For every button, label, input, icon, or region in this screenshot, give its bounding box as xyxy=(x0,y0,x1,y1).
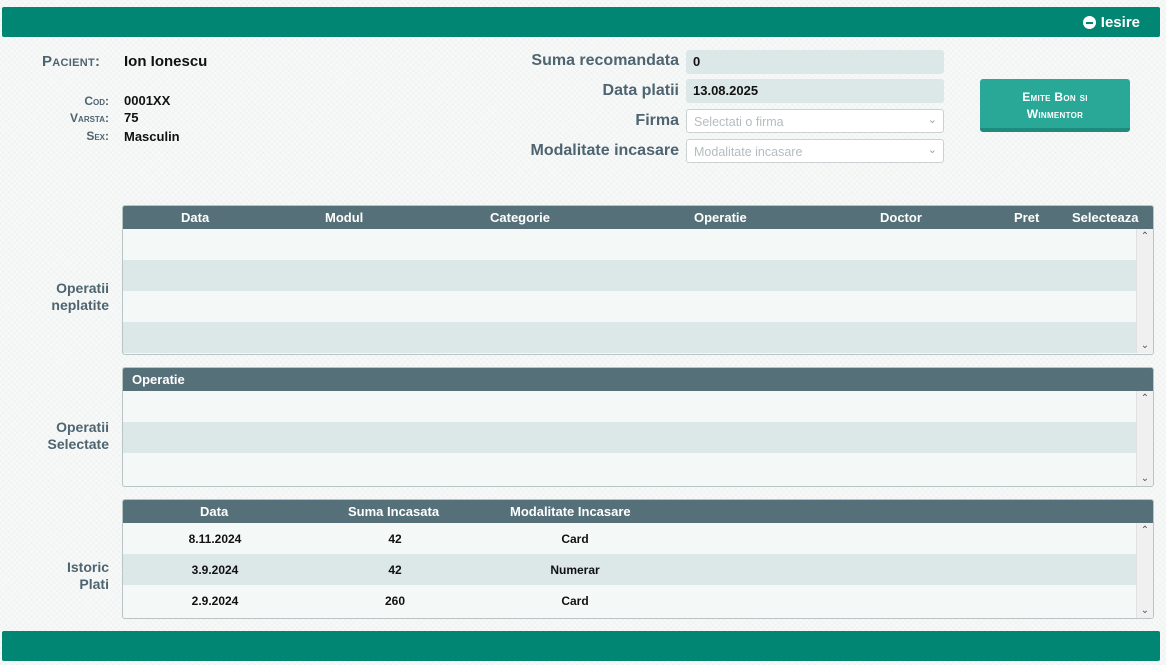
column-header[interactable]: Modul xyxy=(325,210,363,225)
column-header[interactable]: Modalitate Incasare xyxy=(510,504,631,519)
table-row xyxy=(123,260,1153,291)
table-row xyxy=(123,453,1153,484)
suma-field: 0 xyxy=(686,50,944,74)
table-header: Operatie xyxy=(123,368,1153,391)
emite-bon-line1: Emite Bon si xyxy=(1022,90,1088,104)
column-header[interactable]: Categorie xyxy=(490,210,550,225)
operatii-selectate-label-line1: Operatii xyxy=(56,419,109,435)
exit-label: Iesire xyxy=(1100,14,1140,31)
data-platii-label: Data platii xyxy=(602,82,679,99)
column-header[interactable]: Data xyxy=(181,210,209,225)
table-row xyxy=(123,322,1153,353)
istoric-plati-label: Istoric Plati xyxy=(0,559,109,593)
firma-placeholder: Selectati o firma xyxy=(694,115,784,129)
chevron-down-icon: ⌄ xyxy=(927,114,937,126)
scrollbar[interactable]: ⌃ ⌄ xyxy=(1136,523,1153,618)
table-row[interactable]: 8.11.2024 42 Card xyxy=(123,523,1153,554)
scroll-down-icon[interactable]: ⌄ xyxy=(1137,473,1153,484)
modalitate-select[interactable]: Modalitate incasare ⌄ xyxy=(686,139,944,163)
modalitate-label: Modalitate incasare xyxy=(530,142,680,159)
patient-name: Ion Ionescu xyxy=(124,53,208,70)
modalitate-placeholder: Modalitate incasare xyxy=(694,145,803,159)
istoric-plati-label-line1: Istoric xyxy=(66,559,109,575)
scroll-down-icon[interactable]: ⌄ xyxy=(1137,340,1153,351)
sex-value: Masculin xyxy=(124,129,180,144)
operatii-neplatite-label-line2: neplatite xyxy=(51,297,109,313)
table-header: Data Modul Categorie Operatie Doctor Pre… xyxy=(123,206,1153,229)
operatii-selectate-table: Operatie ⌃ ⌄ xyxy=(122,367,1154,487)
scrollbar[interactable]: ⌃ ⌄ xyxy=(1136,229,1153,353)
cod-value: 0001XX xyxy=(124,93,171,108)
column-header[interactable]: Pret xyxy=(1014,210,1039,225)
operatii-neplatite-label: Operatii neplatite xyxy=(0,280,109,314)
table-row xyxy=(123,229,1153,260)
scroll-up-icon[interactable]: ⌃ xyxy=(1137,393,1153,404)
istoric-plati-table: Data Suma Incasata Modalitate Incasare 8… xyxy=(122,499,1154,619)
data-platii-field[interactable]: 13.08.2025 xyxy=(686,79,944,103)
scrollbar[interactable]: ⌃ ⌄ xyxy=(1136,391,1153,486)
cell-suma: 260 xyxy=(384,594,406,608)
cell-data: 3.9.2024 xyxy=(191,563,239,577)
table-body: ⌃ ⌄ xyxy=(123,391,1153,486)
table-row xyxy=(123,291,1153,322)
scroll-down-icon[interactable]: ⌄ xyxy=(1137,605,1153,616)
firma-label: Firma xyxy=(635,112,679,129)
istoric-plati-label-line2: Plati xyxy=(79,576,109,592)
column-header[interactable]: Operatie xyxy=(694,210,747,225)
varsta-label: Varsta: xyxy=(70,111,109,125)
top-bar: Iesire xyxy=(2,7,1160,37)
sex-label: Sex: xyxy=(86,129,109,143)
scroll-up-icon[interactable]: ⌃ xyxy=(1137,525,1153,536)
emite-bon-button[interactable]: Emite Bon si Winmentor xyxy=(980,79,1130,132)
suma-label: Suma recomandata xyxy=(531,52,679,69)
cod-label: Cod: xyxy=(84,94,109,108)
table-row xyxy=(123,422,1153,453)
scroll-up-icon[interactable]: ⌃ xyxy=(1137,231,1153,242)
table-header: Data Suma Incasata Modalitate Incasare xyxy=(123,500,1153,523)
table-row xyxy=(123,391,1153,422)
table-row[interactable]: 3.9.2024 42 Numerar xyxy=(123,554,1153,585)
emite-bon-line2: Winmentor xyxy=(1026,107,1084,121)
minus-circle-icon xyxy=(1082,16,1096,29)
cell-modalitate: Card xyxy=(561,532,589,546)
table-body: 8.11.2024 42 Card 3.9.2024 42 Numerar 2.… xyxy=(123,523,1153,618)
table-body: ⌃ ⌄ xyxy=(123,229,1153,353)
exit-button[interactable]: Iesire xyxy=(1082,14,1140,31)
column-header[interactable]: Selecteaza xyxy=(1072,210,1139,225)
column-header[interactable]: Suma Incasata xyxy=(348,504,439,519)
cell-data: 2.9.2024 xyxy=(191,594,239,608)
bottom-bar xyxy=(2,631,1160,661)
operatii-selectate-label-line2: Selectate xyxy=(47,436,109,452)
firma-select[interactable]: Selectati o firma ⌄ xyxy=(686,109,944,133)
table-row[interactable]: 2.9.2024 260 Card xyxy=(123,585,1153,616)
cell-suma: 42 xyxy=(388,532,402,546)
varsta-value: 75 xyxy=(124,110,139,125)
column-header[interactable]: Operatie xyxy=(132,372,185,387)
operatii-neplatite-table: Data Modul Categorie Operatie Doctor Pre… xyxy=(122,205,1154,355)
column-header[interactable]: Data xyxy=(200,504,228,519)
cell-modalitate: Card xyxy=(561,594,589,608)
cell-suma: 42 xyxy=(388,563,402,577)
chevron-down-icon: ⌄ xyxy=(927,144,937,156)
cell-data: 8.11.2024 xyxy=(188,532,242,546)
column-header[interactable]: Doctor xyxy=(880,210,922,225)
patient-label: Pacient: xyxy=(42,53,101,70)
cell-modalitate: Numerar xyxy=(550,563,600,577)
operatii-neplatite-label-line1: Operatii xyxy=(56,280,109,296)
operatii-selectate-label: Operatii Selectate xyxy=(0,419,109,453)
